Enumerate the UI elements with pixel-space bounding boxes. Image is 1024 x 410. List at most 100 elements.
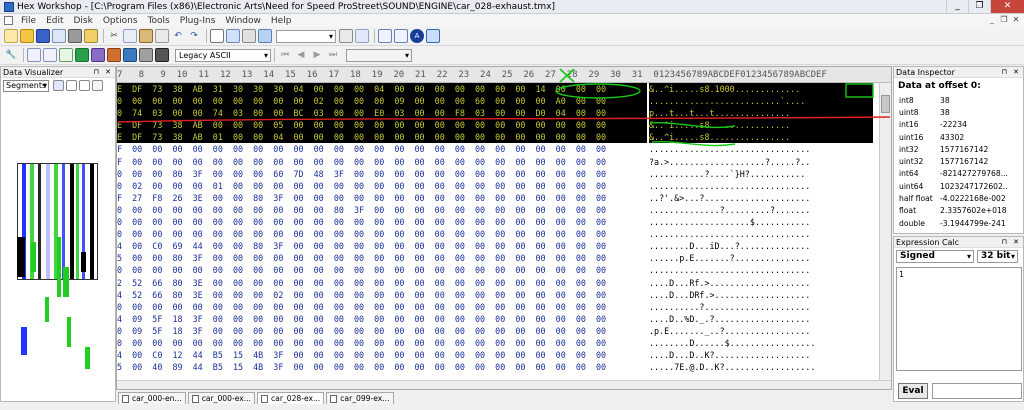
operations-icon[interactable] — [91, 48, 105, 62]
inspector-row[interactable]: uint64 1023247172602... — [894, 180, 1023, 192]
ascii-row[interactable]: ........D......$................. — [649, 337, 873, 349]
inspector-row[interactable]: int64 -821427279768... — [894, 168, 1023, 180]
find-next-icon[interactable] — [226, 29, 240, 43]
compare-files-icon[interactable] — [59, 48, 73, 62]
ascii-row[interactable]: &..^i.....s8................ — [649, 131, 873, 144]
hex-row[interactable]: 2 52 66 80 3E 00 00 00 00 00 00 00 00 00… — [117, 277, 647, 289]
ascii-row[interactable]: .....7E.@.D..K?.................. — [649, 361, 873, 373]
document-tab[interactable]: car_099-ex... — [326, 392, 394, 404]
hex-row[interactable]: E DF 73 38 AB 01 00 00 04 00 00 00 00 00… — [117, 131, 647, 144]
menu-disk[interactable]: Disk — [69, 16, 98, 26]
hex-row[interactable]: 0 00 00 00 00 00 00 00 00 00 00 00 00 00… — [117, 228, 647, 240]
menu-window[interactable]: Window — [220, 16, 266, 26]
character-set-select[interactable]: Legacy ASCII — [175, 48, 271, 62]
inspector-row[interactable]: int16 -22234 — [894, 119, 1023, 131]
hex-row[interactable]: F 00 00 00 00 00 00 00 00 00 00 00 00 00… — [117, 143, 647, 155]
hex-row[interactable]: 4 09 5F 18 3F 00 00 00 00 00 00 00 00 00… — [117, 313, 647, 325]
delete-icon[interactable] — [155, 29, 169, 43]
zoom-fit-icon[interactable] — [53, 80, 64, 91]
eval-button[interactable]: Eval — [898, 383, 928, 399]
menu-tools[interactable]: Tools — [143, 16, 175, 26]
hex-row[interactable]: 0 00 00 00 00 00 00 00 00 00 02 00 00 00… — [117, 95, 647, 108]
settings-icon[interactable] — [92, 80, 103, 91]
hex-row[interactable]: 0 00 00 00 00 00 00 00 00 00 00 00 00 00… — [117, 216, 647, 228]
digest-icon[interactable] — [43, 48, 57, 62]
hex-row[interactable]: 4 00 C0 69 44 00 00 80 3F 00 00 00 00 00… — [117, 240, 647, 252]
compare-icon[interactable] — [355, 29, 369, 43]
ascii-row[interactable]: ....D...Rf.>.................... — [649, 277, 873, 289]
hex-row[interactable]: E DF 73 38 AB 00 00 00 05 00 00 00 00 00… — [117, 119, 647, 132]
panel-controls[interactable]: ⊓ ✕ — [93, 67, 113, 78]
inspector-row[interactable]: uint32 1577167142 — [894, 155, 1023, 167]
last-record-icon[interactable]: ⏭ — [326, 48, 340, 62]
goto-icon[interactable] — [258, 29, 272, 43]
hex-row[interactable]: 0 02 00 00 00 01 00 00 00 00 00 00 00 00… — [117, 180, 647, 192]
print-icon[interactable] — [68, 29, 82, 43]
cut-icon[interactable]: ✂ — [107, 29, 121, 43]
expression-input[interactable] — [932, 383, 1022, 399]
ascii-row[interactable]: ....D...D..K?................... — [649, 349, 873, 361]
hex-row[interactable]: 0 00 00 00 00 00 00 00 00 00 00 00 00 00… — [117, 337, 647, 349]
inspector-row[interactable]: uint16 43302 — [894, 131, 1023, 143]
visualizer-mode-select[interactable]: Segments — [3, 80, 49, 92]
hex-row[interactable]: 5 00 40 89 44 B5 15 4B 3F 00 00 00 00 00… — [117, 361, 647, 373]
record-select[interactable] — [346, 48, 412, 62]
hex-row[interactable]: 5 00 00 80 3F 00 00 00 00 00 00 00 00 00… — [117, 252, 647, 264]
paste-icon[interactable] — [139, 29, 153, 43]
calc-result-box[interactable]: 1 — [896, 267, 1022, 371]
ascii-row[interactable]: &..^i.....s8................ — [649, 119, 873, 132]
next-record-icon[interactable]: ▶ — [310, 48, 324, 62]
ascii-row[interactable]: p...t...t...t............... — [649, 107, 873, 120]
zoom-out-icon[interactable] — [79, 80, 90, 91]
hex-row[interactable]: 0 00 00 00 00 00 00 00 00 00 00 00 00 00… — [117, 264, 647, 276]
ascii-row[interactable]: ................................ — [649, 264, 873, 276]
inspector-row[interactable]: float 2.3357602e+018 — [894, 205, 1023, 217]
inspector-row[interactable]: int8 38 — [894, 94, 1023, 106]
new-file-icon[interactable] — [4, 29, 18, 43]
chart-icon[interactable] — [123, 48, 137, 62]
calculator-icon[interactable] — [155, 48, 169, 62]
minimize-button[interactable]: _ — [946, 0, 968, 13]
restore-button[interactable]: ❐ — [968, 0, 990, 13]
document-tab[interactable]: car_000-ex... — [187, 392, 255, 404]
ascii-row[interactable]: ................................ — [649, 180, 873, 192]
document-tab[interactable]: car_000-en... — [118, 392, 186, 404]
menu-edit[interactable]: Edit — [41, 16, 68, 26]
ascii-row[interactable]: ....................$........... — [649, 216, 873, 228]
visualizer-icon[interactable] — [394, 29, 408, 43]
ascii-row[interactable]: &..^i.....s8.1000............. — [649, 83, 873, 96]
structure-viewer-icon[interactable] — [107, 48, 121, 62]
menu-file[interactable]: File — [16, 16, 41, 26]
hex-row[interactable]: 0 00 00 00 00 00 00 00 00 00 00 00 00 00… — [117, 301, 647, 313]
goto-address-combo[interactable] — [276, 29, 336, 43]
prev-record-icon[interactable]: ◀ — [294, 48, 308, 62]
copy-icon[interactable] — [123, 29, 137, 43]
document-tab[interactable]: car_028-ex... — [256, 392, 325, 404]
undo-icon[interactable]: ↶ — [171, 29, 185, 43]
mdi-restore-icon[interactable]: ❐ — [998, 15, 1010, 25]
properties-icon[interactable] — [84, 29, 98, 43]
panel-controls[interactable]: ⊓ ✕ — [1001, 237, 1021, 248]
redo-icon[interactable]: ↷ — [187, 29, 201, 43]
inspector-row[interactable]: int32 1577167142 — [894, 143, 1023, 155]
inspector-row[interactable]: half float -4.0222168e-002 — [894, 192, 1023, 204]
menu-plugins[interactable]: Plug-Ins — [175, 16, 221, 26]
hex-row[interactable]: 0 00 00 00 00 00 00 00 00 00 00 80 3F 00… — [117, 204, 647, 216]
ascii-row[interactable]: ..........?..................... — [649, 301, 873, 313]
hex-editor-view[interactable]: 7 8 9 10 11 12 13 14 15 16 17 18 19 20 2… — [116, 66, 892, 390]
hex-bytes-column[interactable]: E DF 73 38 AB 31 30 30 30 04 00 00 00 04… — [117, 83, 647, 373]
ascii-row[interactable]: ........D...iD...?.............. — [649, 240, 873, 252]
ascii-row[interactable]: ..........................`.... — [649, 95, 873, 108]
sign-select[interactable]: Signed — [896, 250, 974, 263]
open-folder-icon[interactable] — [20, 29, 34, 43]
checksum-icon[interactable] — [27, 48, 41, 62]
ascii-row[interactable]: ....D..%D._.?................... — [649, 313, 873, 325]
mdi-close-icon[interactable]: ✕ — [1010, 15, 1022, 25]
inspector-icon[interactable] — [426, 29, 440, 43]
hex-row[interactable]: 0 74 03 00 00 74 03 00 00 BC 03 00 00 E0… — [117, 107, 647, 120]
bits-select[interactable]: 32 bit — [976, 250, 1018, 263]
ascii-row[interactable]: ......p.E.......?............... — [649, 252, 873, 264]
document-icon[interactable] — [4, 16, 13, 25]
hex-row[interactable]: 4 52 66 80 3E 00 00 00 02 00 00 00 00 00… — [117, 289, 647, 301]
hex-row[interactable]: 0 00 00 80 3F 00 00 00 60 7D 48 3F 00 00… — [117, 168, 647, 180]
